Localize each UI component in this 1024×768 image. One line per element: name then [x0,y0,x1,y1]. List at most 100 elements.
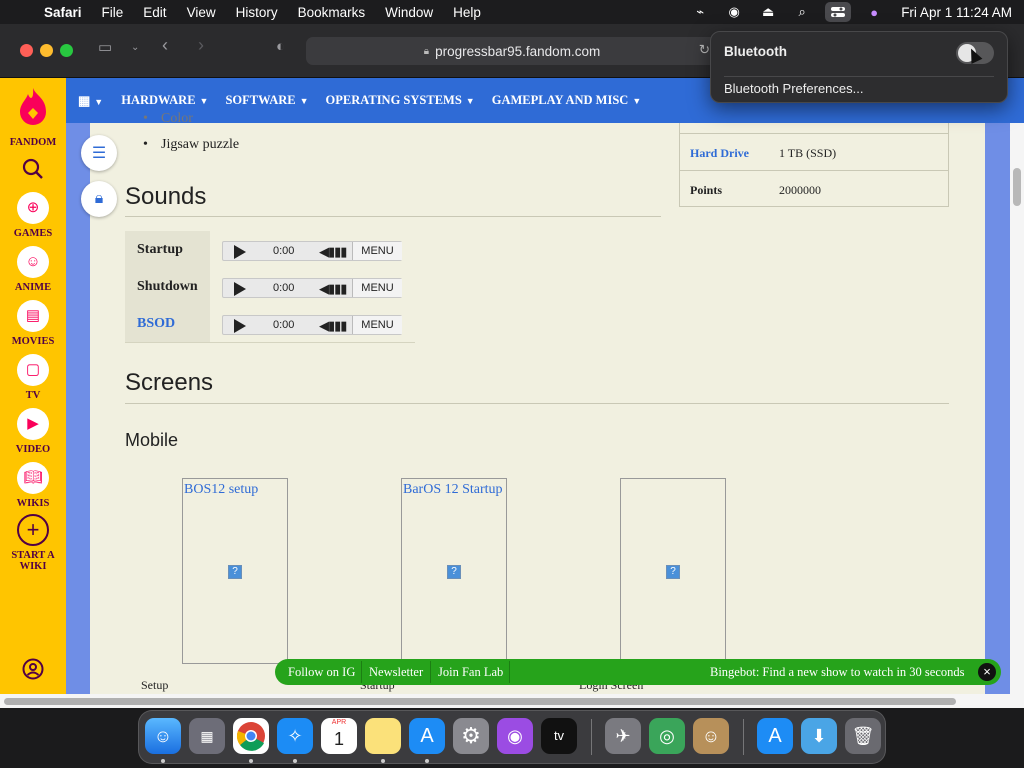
podcasts-icon[interactable]: ◉ [497,718,533,754]
siri-icon[interactable]: ● [857,5,891,20]
gamepad-icon: ⊕ [17,192,49,224]
divider [430,661,431,683]
audio-menu-button[interactable]: MENU [352,279,402,297]
rail-games[interactable]: ⊕ GAMES [0,192,66,239]
play-icon[interactable] [234,282,246,296]
back-icon[interactable]: ‹ [162,35,168,56]
chevron-down-icon[interactable]: ⌄ [131,42,139,53]
audio-player: 0:00 ◀▮▮▮ MENU [222,315,402,335]
app-store-folder-icon[interactable]: A [757,718,793,754]
horizontal-scrollbar[interactable] [0,694,1024,708]
notes-icon[interactable] [365,718,401,754]
reload-icon[interactable]: ↻ [699,42,710,58]
calendar-icon[interactable]: APR 1 [321,718,357,754]
system-preferences-icon[interactable]: ⚙ [453,718,489,754]
close-window-button[interactable] [20,44,33,57]
running-indicator [249,759,253,763]
volume-icon[interactable]: ◀▮▮▮ [319,244,347,260]
volume-icon[interactable]: ◀▮▮▮ [319,281,347,297]
launchpad-icon[interactable]: ▦ [189,718,225,754]
contacts-icon[interactable]: ☺ [693,718,729,754]
join-fan-lab-link[interactable]: Join Fan Lab [438,665,503,680]
audio-menu-button[interactable]: MENU [352,242,402,260]
gallery-item[interactable]: ? [620,478,726,664]
rail-video[interactable]: ▶ VIDEO [0,408,66,455]
menu-file[interactable]: File [102,5,124,20]
utility-icon[interactable]: ✈ [605,718,641,754]
menu-history[interactable]: History [236,5,278,20]
divider [361,661,362,683]
find-my-icon[interactable]: ◎ [649,718,685,754]
rail-anime[interactable]: ☺ ANIME [0,246,66,293]
follow-on-ig-link[interactable]: Follow on IG [288,665,355,680]
vertical-scrollbar[interactable] [1010,123,1024,694]
network-icon[interactable]: ⌁ [683,4,717,20]
lock-page-button[interactable]: 🔒︎ [81,181,117,217]
spotlight-search-icon[interactable]: ⌕ [785,4,819,20]
gallery-item[interactable]: BOS12 setup ? [182,478,288,664]
close-icon[interactable]: × [978,663,996,681]
rail-search[interactable] [0,158,66,185]
user-account-icon [22,658,44,680]
forward-icon[interactable]: › [198,35,204,56]
bingebot-link[interactable]: Bingebot: Find a new show to watch in 30… [710,665,965,680]
apple-tv-icon[interactable]: tv [541,718,577,754]
nav-software[interactable]: SOFTWARE ▼ [225,93,308,108]
rail-account[interactable] [0,658,66,685]
play-icon[interactable] [234,245,246,259]
newsletter-link[interactable]: Newsletter [369,665,423,680]
menu-edit[interactable]: Edit [143,5,166,20]
infobox-key-link[interactable]: Hard Drive [690,146,749,161]
gallery-link[interactable]: BOS12 setup [184,482,258,498]
play-icon[interactable] [234,319,246,333]
user-icon[interactable]: ◉ [717,4,751,20]
url-text: progressbar95.fandom.com [435,43,601,59]
rail-start-wiki[interactable]: + START A WIKI [0,514,66,572]
book-icon: 📖︎ [17,462,49,494]
wiki-home-icon[interactable]: ▦ ▼ [78,93,103,109]
divider [125,403,949,404]
caret-down-icon: ▼ [632,96,642,106]
app-store-icon[interactable]: A [409,718,445,754]
table-of-contents-button[interactable]: ☰ [81,135,117,171]
nav-gameplay-and-misc[interactable]: GAMEPLAY AND MISC ▼ [492,93,642,108]
rail-movies[interactable]: ▤ MOVIES [0,300,66,347]
audio-menu-button[interactable]: MENU [352,316,402,334]
address-bar[interactable]: 🔒︎ progressbar95.fandom.com ↻ [306,37,718,65]
menu-window[interactable]: Window [385,5,433,20]
airplay-icon[interactable]: ⏏ [751,4,785,20]
rail-tv[interactable]: ▢ TV [0,354,66,401]
safari-icon[interactable]: ✧ [277,718,313,754]
vertical-scrollbar-thumb[interactable] [1013,168,1021,206]
finder-icon[interactable]: ☺ [145,718,181,754]
menu-bookmarks[interactable]: Bookmarks [298,5,366,20]
zoom-window-button[interactable] [60,44,73,57]
menu-clock[interactable]: Fri Apr 1 11:24 AM [901,5,1012,20]
audio-player: 0:00 ◀▮▮▮ MENU [222,241,402,261]
dock: ☺ ▦ ✧ APR 1 A ⚙ ◉ tv ✈ ◎ ☺ A ⬇ 🗑︎ [138,710,886,764]
rail-wikis[interactable]: 📖︎ WIKIS [0,462,66,509]
film-icon: ▤ [17,300,49,332]
horizontal-scrollbar-thumb[interactable] [4,698,956,705]
sidebar-icon[interactable]: ▭ [98,38,112,56]
nav-operating-systems[interactable]: OPERATING SYSTEMS ▼ [326,93,475,108]
chrome-icon[interactable] [233,718,269,754]
privacy-shield-icon[interactable]: ◐ [276,38,285,55]
mobile-heading: Mobile [125,430,179,450]
minimize-window-button[interactable] [40,44,53,57]
volume-icon[interactable]: ◀▮▮▮ [319,318,347,334]
bluetooth-preferences-item[interactable]: Bluetooth Preferences... [724,81,863,96]
menu-view[interactable]: View [187,5,216,20]
sound-label-link[interactable]: BSOD [125,305,210,342]
rail-start-wiki-label: START A WIKI [11,550,55,572]
search-icon [22,158,43,179]
fandom-logo[interactable]: FANDOM [0,86,66,148]
nav-hardware[interactable]: HARDWARE ▼ [121,93,208,108]
menu-help[interactable]: Help [453,5,481,20]
gallery-item[interactable]: BarOS 12 Startup ? [401,478,507,664]
gallery-link[interactable]: BarOS 12 Startup [403,482,503,498]
control-center-icon[interactable] [825,2,852,22]
menu-app-name[interactable]: Safari [44,5,82,20]
downloads-folder-icon[interactable]: ⬇ [801,718,837,754]
trash-icon[interactable]: 🗑︎ [845,718,881,754]
